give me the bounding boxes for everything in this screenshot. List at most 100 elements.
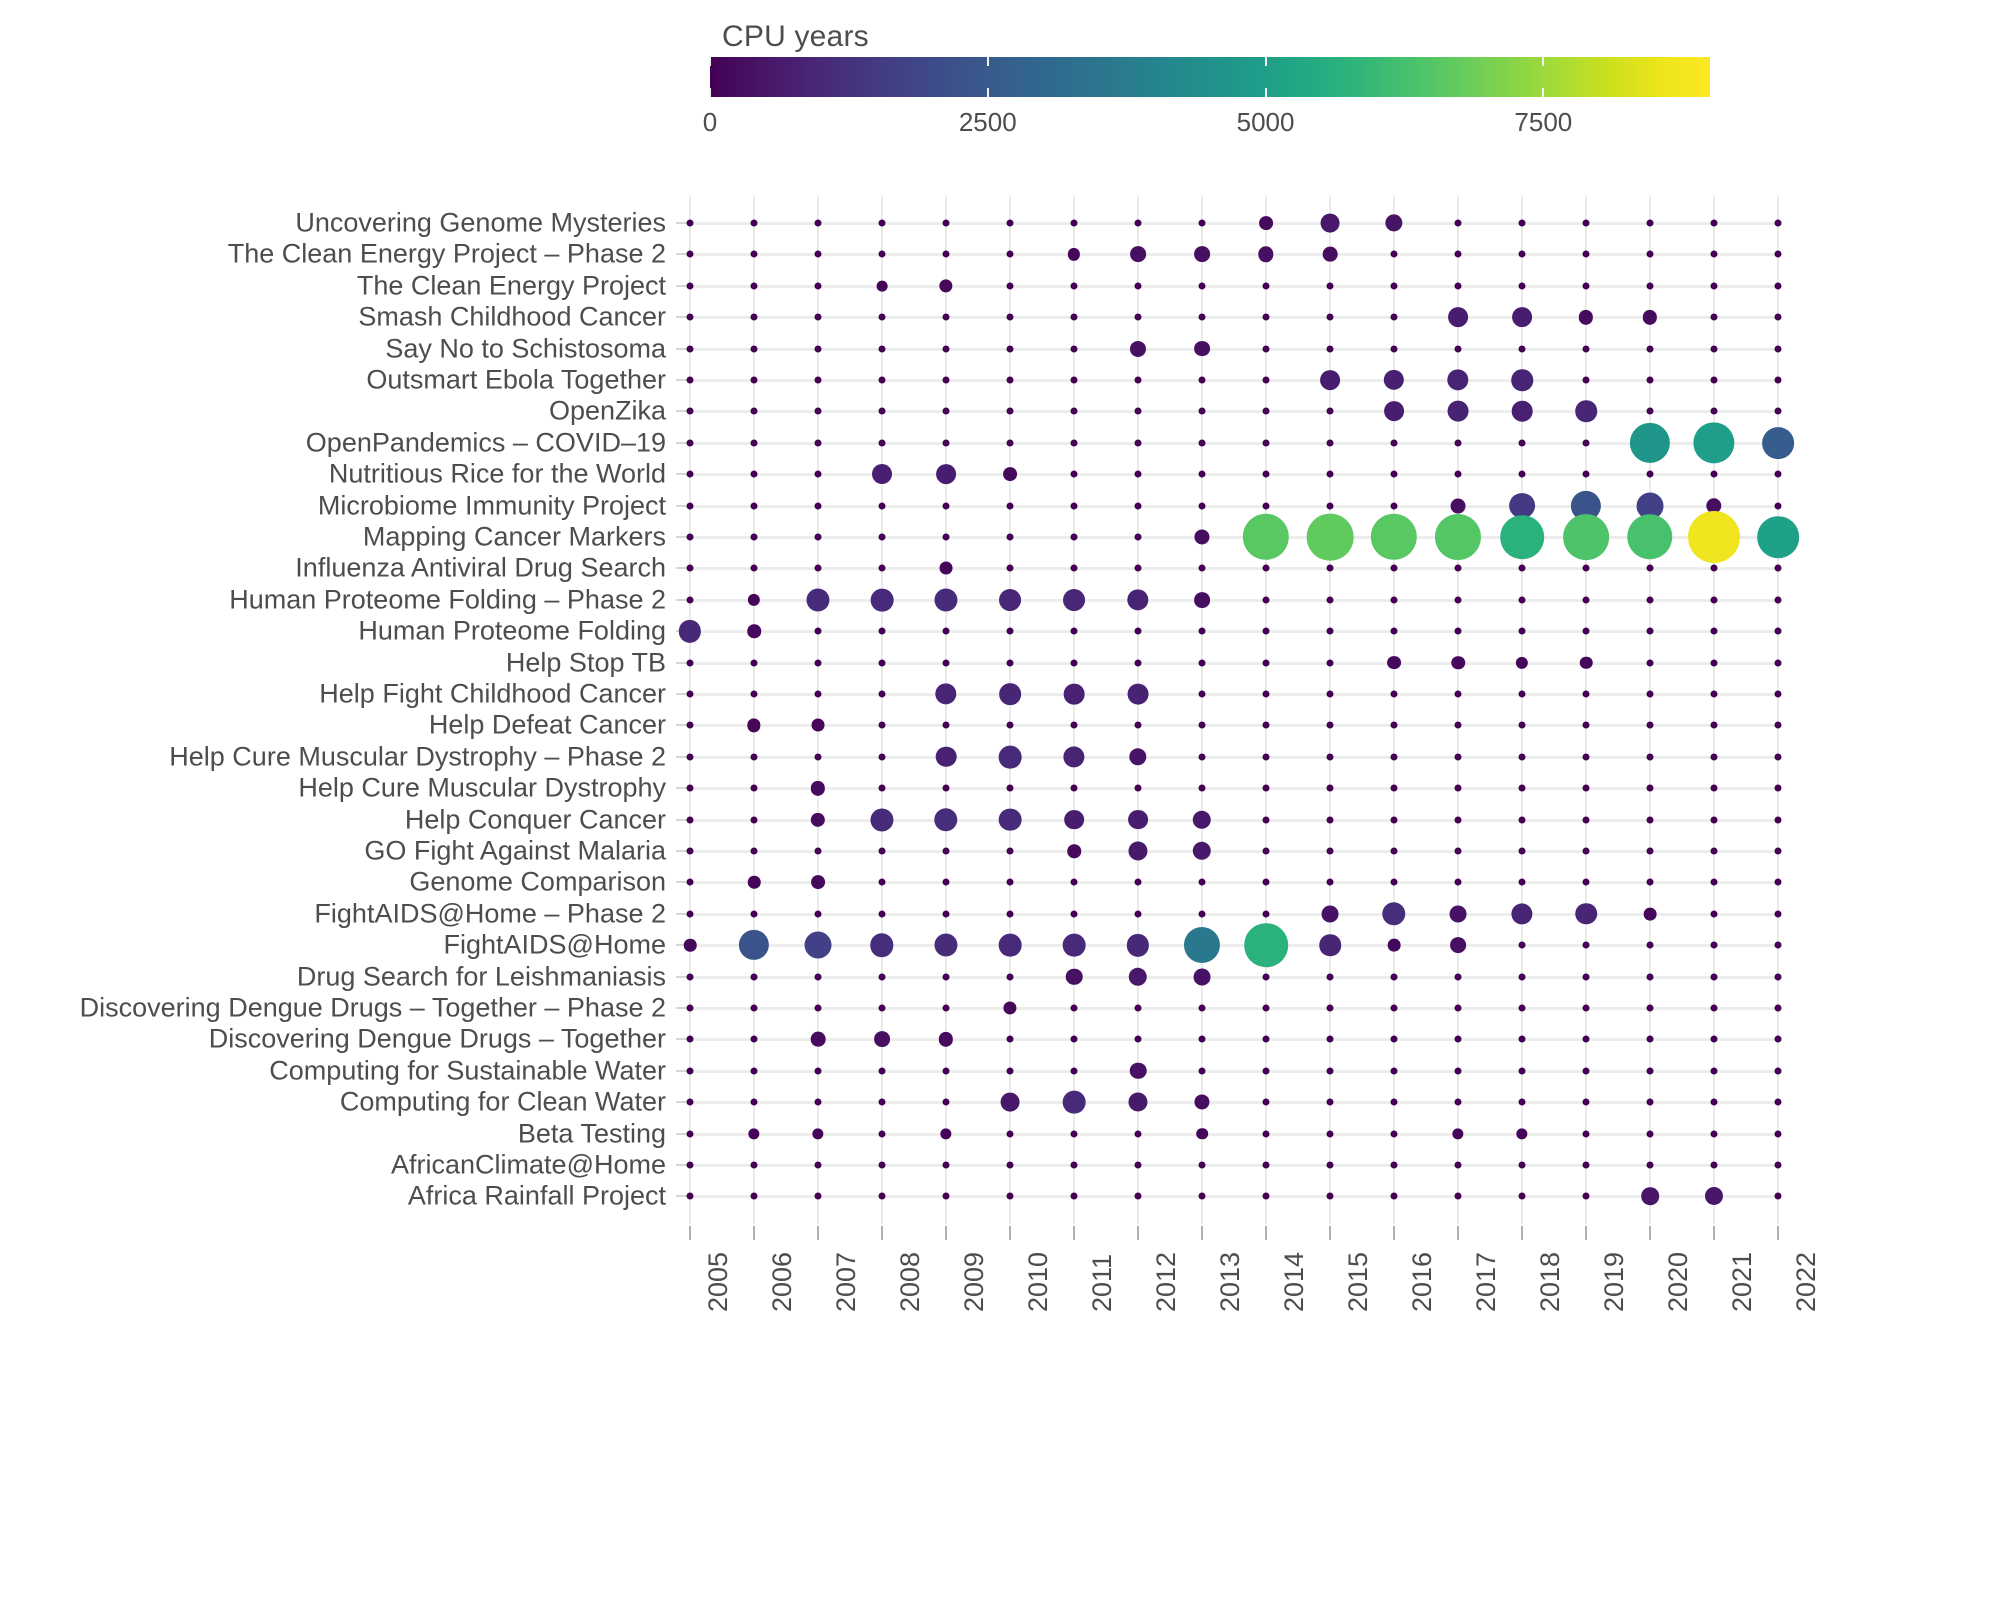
data-point[interactable] [683, 938, 697, 952]
data-point[interactable] [1258, 246, 1274, 263]
data-point[interactable] [1067, 844, 1081, 858]
data-point[interactable] [1003, 467, 1017, 482]
data-point[interactable] [1128, 809, 1148, 830]
data-point[interactable] [1183, 927, 1221, 964]
data-point[interactable] [1000, 1092, 1020, 1112]
data-point[interactable] [934, 933, 958, 957]
data-point[interactable] [870, 808, 894, 832]
data-point[interactable] [1259, 216, 1273, 230]
data-point[interactable] [1319, 934, 1341, 956]
data-point[interactable] [1515, 656, 1529, 669]
data-point[interactable] [738, 930, 770, 961]
data-point[interactable] [1452, 1127, 1464, 1140]
data-point[interactable] [1757, 516, 1799, 558]
data-point[interactable] [810, 781, 826, 796]
data-point[interactable] [1578, 310, 1594, 325]
data-point[interactable] [1370, 513, 1418, 561]
data-point[interactable] [1062, 933, 1086, 957]
data-point[interactable] [1385, 214, 1403, 232]
data-point[interactable] [998, 933, 1022, 957]
data-point[interactable] [806, 588, 830, 612]
data-point[interactable] [1129, 748, 1147, 766]
data-point[interactable] [747, 593, 761, 606]
data-point[interactable] [1447, 400, 1469, 422]
data-point[interactable] [870, 588, 894, 612]
data-point[interactable] [1642, 310, 1658, 325]
data-point[interactable] [1434, 513, 1482, 561]
data-point[interactable] [874, 1031, 890, 1048]
data-point[interactable] [940, 1127, 952, 1140]
data-point[interactable] [1575, 903, 1597, 925]
data-point[interactable] [1575, 400, 1597, 423]
data-point[interactable] [1129, 340, 1147, 357]
data-point[interactable] [1762, 426, 1794, 459]
data-point[interactable] [1306, 513, 1354, 561]
data-point[interactable] [1322, 247, 1338, 262]
data-point[interactable] [1447, 369, 1469, 391]
data-point[interactable] [935, 683, 957, 705]
data-point[interactable] [1128, 1092, 1148, 1112]
data-point[interactable] [1194, 340, 1210, 357]
data-point[interactable] [1127, 683, 1149, 705]
data-point[interactable] [998, 745, 1022, 769]
data-point[interactable] [1194, 591, 1210, 608]
data-point[interactable] [1629, 422, 1671, 463]
data-point[interactable] [1062, 1090, 1086, 1114]
data-point[interactable] [810, 1032, 826, 1047]
data-point[interactable] [1126, 934, 1150, 957]
data-point[interactable] [1688, 511, 1740, 563]
data-point[interactable] [934, 588, 958, 612]
data-point[interactable] [1643, 907, 1657, 921]
data-point[interactable] [1065, 968, 1083, 985]
data-point[interactable] [939, 279, 953, 293]
data-point[interactable] [939, 561, 953, 575]
data-point[interactable] [747, 718, 761, 733]
data-point[interactable] [1192, 841, 1212, 861]
data-point[interactable] [1387, 938, 1401, 952]
data-point[interactable] [999, 588, 1021, 611]
data-point[interactable] [748, 1127, 760, 1140]
data-point[interactable] [747, 876, 761, 889]
data-point[interactable] [1130, 246, 1146, 263]
data-point[interactable] [935, 746, 957, 768]
data-point[interactable] [1320, 370, 1340, 390]
data-point[interactable] [1196, 1127, 1208, 1140]
data-point[interactable] [1194, 246, 1210, 263]
data-point[interactable] [1193, 968, 1211, 986]
data-point[interactable] [1320, 213, 1340, 233]
data-point[interactable] [1448, 307, 1468, 328]
data-point[interactable] [1194, 1094, 1210, 1110]
data-point[interactable] [1627, 514, 1673, 560]
data-point[interactable] [1450, 498, 1466, 514]
data-point[interactable] [1387, 655, 1401, 670]
data-point[interactable] [1242, 513, 1290, 561]
data-point[interactable] [1192, 810, 1212, 829]
data-point[interactable] [1579, 656, 1593, 669]
data-point[interactable] [1516, 1127, 1528, 1140]
data-point[interactable] [1451, 655, 1465, 670]
data-point[interactable] [1063, 588, 1085, 611]
data-point[interactable] [1384, 401, 1404, 422]
data-point[interactable] [1693, 422, 1735, 464]
data-point[interactable] [1128, 967, 1148, 986]
data-point[interactable] [1511, 903, 1533, 925]
data-point[interactable] [1450, 937, 1466, 954]
data-point[interactable] [804, 931, 832, 959]
data-point[interactable] [1063, 683, 1085, 705]
data-point[interactable] [1511, 401, 1533, 422]
data-point[interactable] [747, 624, 761, 638]
data-point[interactable] [1244, 923, 1288, 967]
data-point[interactable] [1511, 369, 1533, 391]
data-point[interactable] [1067, 248, 1081, 261]
data-point[interactable] [998, 808, 1022, 831]
data-point[interactable] [1321, 905, 1339, 923]
data-point[interactable] [872, 464, 892, 485]
data-point[interactable] [1704, 1187, 1724, 1206]
data-point[interactable] [811, 718, 825, 732]
data-point[interactable] [1063, 746, 1085, 768]
data-point[interactable] [812, 1127, 824, 1140]
data-point[interactable] [1127, 589, 1149, 611]
data-point[interactable] [1194, 529, 1210, 545]
data-point[interactable] [1128, 841, 1148, 861]
data-point[interactable] [1129, 1062, 1147, 1080]
